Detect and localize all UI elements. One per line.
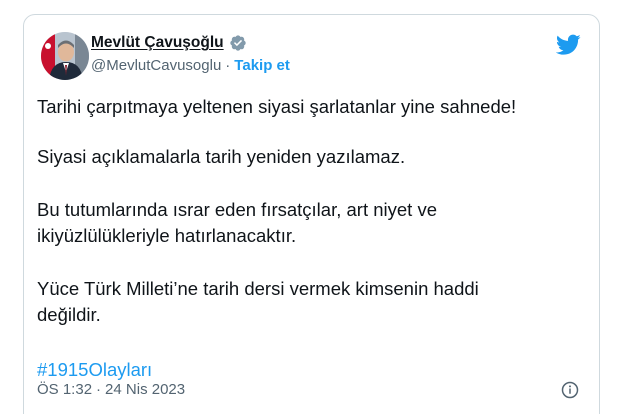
author-handle[interactable]: @MevlutCavusoglu — [91, 57, 221, 74]
avatar[interactable] — [41, 32, 89, 80]
info-icon[interactable] — [561, 381, 579, 399]
tweet-line-4a: Yüce Türk Milleti’ne tarih dersi vermek … — [37, 278, 479, 299]
tweet-time: ÖS 1:32 — [37, 381, 93, 398]
author-name[interactable]: Mevlüt Çavuşoğlu — [91, 34, 224, 52]
author-name-row: Mevlüt Çavuşoğlu — [91, 34, 247, 52]
tweet-line-3a: Bu tutumlarında ısrar eden fırsatçılar, … — [37, 199, 437, 220]
verified-badge-icon — [229, 34, 247, 52]
tweet-line-1: Tarihi çarpıtmaya yeltenen siyasi şarlat… — [37, 96, 517, 117]
handle-separator: · — [225, 57, 231, 74]
follow-button[interactable]: Takip et — [234, 57, 290, 74]
tweet-line-2: Siyasi açıklamalarla tarih yeniden yazıl… — [37, 146, 406, 167]
hashtag-link[interactable]: #1915Olayları — [37, 358, 152, 382]
tweet-line-4b: değildir. — [37, 304, 101, 325]
tweet-date: 24 Nis 2023 — [105, 381, 186, 398]
tweet-card: Mevlüt Çavuşoğlu @MevlutCavusoglu · Taki… — [23, 14, 600, 414]
meta-separator: · — [96, 381, 102, 398]
tweet-line-3b: ikiyüzlülükleriyle hatırlanacaktır. — [37, 225, 297, 246]
twitter-bird-icon[interactable] — [555, 34, 581, 56]
avatar-image — [41, 32, 89, 80]
tweet-timestamp[interactable]: ÖS 1:32 · 24 Nis 2023 — [37, 381, 185, 398]
author-handle-row: @MevlutCavusoglu · Takip et — [91, 57, 290, 74]
